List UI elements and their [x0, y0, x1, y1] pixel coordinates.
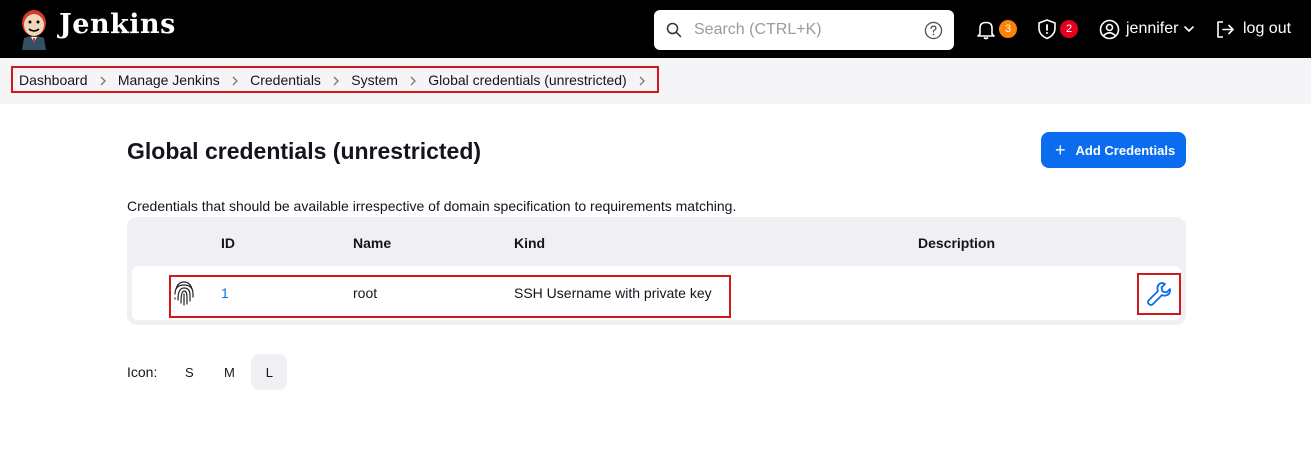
fingerprint-icon: [174, 281, 194, 306]
breadcrumb-bar: Dashboard Manage Jenkins Credentials Sys…: [0, 58, 1311, 104]
plus-icon: +: [1055, 140, 1066, 160]
configure-credential-button[interactable]: [1137, 273, 1181, 315]
user-name: jennifer: [1126, 20, 1179, 37]
add-credentials-label: Add Credentials: [1075, 142, 1176, 158]
breadcrumb-global-credentials[interactable]: Global credentials (unrestricted): [428, 72, 626, 88]
chevron-right-icon[interactable]: [627, 72, 657, 88]
page-description: Credentials that should be available irr…: [127, 198, 737, 214]
help-icon[interactable]: [924, 21, 943, 40]
user-avatar-icon: [1099, 19, 1120, 39]
bell-icon: [977, 21, 995, 40]
logout-link[interactable]: log out: [1215, 0, 1291, 58]
breadcrumb-system[interactable]: System: [351, 72, 398, 88]
breadcrumb-manage-jenkins[interactable]: Manage Jenkins: [118, 72, 220, 88]
page-title: Global credentials (unrestricted): [127, 138, 482, 164]
search-box[interactable]: [654, 10, 954, 50]
icon-size-label: Icon:: [127, 364, 158, 380]
table-row: 1 root SSH Username with private key: [132, 266, 1181, 320]
shield-alert-icon: [1038, 19, 1056, 40]
chevron-right-icon: [88, 72, 118, 88]
credentials-table: ID Name Kind Description 1 root SSH User…: [127, 217, 1186, 325]
icon-size-small[interactable]: S: [171, 354, 207, 390]
security-badge: 2: [1060, 20, 1078, 38]
credential-id-link[interactable]: 1: [221, 285, 229, 301]
credential-name: root: [353, 285, 378, 301]
search-input[interactable]: [694, 10, 914, 50]
column-header-name[interactable]: Name: [353, 235, 391, 251]
breadcrumb: Dashboard Manage Jenkins Credentials Sys…: [11, 66, 659, 93]
logout-label: log out: [1243, 20, 1292, 37]
add-credentials-button[interactable]: + Add Credentials: [1041, 132, 1186, 168]
jenkins-logo-icon[interactable]: [18, 8, 50, 50]
security-button[interactable]: 2: [1036, 0, 1078, 58]
column-header-description[interactable]: Description: [918, 235, 995, 251]
chevron-right-icon: [398, 72, 428, 88]
icon-size-large[interactable]: L: [251, 354, 288, 390]
chevron-right-icon: [220, 72, 250, 88]
column-header-id[interactable]: ID: [221, 235, 235, 251]
chevron-right-icon: [321, 72, 351, 88]
notifications-badge: 3: [999, 20, 1017, 38]
icon-size-selector: Icon: S M L: [127, 354, 288, 390]
credential-kind: SSH Username with private key: [514, 285, 712, 301]
breadcrumb-dashboard[interactable]: Dashboard: [19, 72, 88, 88]
notifications-button[interactable]: 3: [975, 0, 1017, 58]
chevron-down-icon: [1184, 26, 1195, 33]
column-header-kind[interactable]: Kind: [514, 235, 545, 251]
breadcrumb-credentials[interactable]: Credentials: [250, 72, 321, 88]
icon-size-medium[interactable]: M: [211, 354, 247, 390]
top-header: Jenkins 3 2 jenni: [0, 0, 1311, 58]
wrench-icon: [1147, 282, 1171, 306]
search-icon: [666, 22, 682, 38]
logout-icon: [1217, 20, 1234, 38]
user-menu[interactable]: jennifer: [1099, 0, 1196, 58]
brand-title[interactable]: Jenkins: [59, 9, 176, 40]
